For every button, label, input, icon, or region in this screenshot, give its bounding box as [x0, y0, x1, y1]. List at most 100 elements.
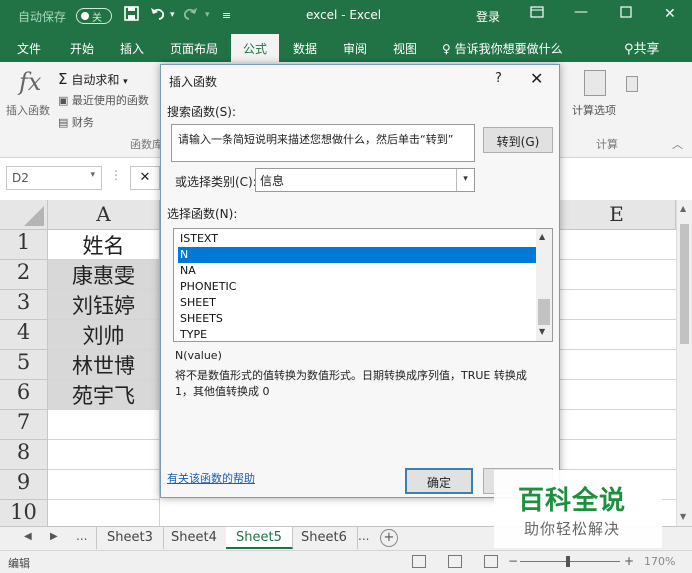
cancel-entry-button[interactable]: ✕: [130, 166, 160, 190]
category-select[interactable]: 信息 ▾: [255, 168, 475, 192]
tab-view[interactable]: 视图: [393, 40, 417, 57]
cell-a9[interactable]: [48, 470, 160, 500]
row-header[interactable]: 7: [0, 410, 48, 440]
tab-file[interactable]: 文件: [17, 40, 41, 57]
cell-a8[interactable]: [48, 440, 160, 470]
select-all-button[interactable]: [0, 200, 48, 230]
minimize-icon[interactable]: —: [574, 4, 588, 20]
sheet-tab-sheet3[interactable]: Sheet3: [96, 527, 164, 549]
list-item[interactable]: NA: [178, 263, 538, 279]
collapse-ribbon-icon[interactable]: ︿: [672, 136, 683, 152]
cell-e4[interactable]: [558, 320, 676, 350]
tab-insert[interactable]: 插入: [120, 40, 144, 57]
list-item-selected[interactable]: N: [178, 247, 538, 263]
zoom-slider[interactable]: [520, 561, 620, 562]
redo-dropdown-icon[interactable]: ▾: [205, 10, 210, 20]
cell-a2[interactable]: 康惠雯: [48, 260, 160, 290]
cell-a7[interactable]: [48, 410, 160, 440]
customize-qat-icon[interactable]: ≡: [222, 9, 231, 22]
row-header[interactable]: 2: [0, 260, 48, 290]
row-header[interactable]: 4: [0, 320, 48, 350]
list-scrollbar-thumb[interactable]: [538, 299, 550, 325]
cell-a1[interactable]: 姓名: [48, 230, 160, 260]
sheet-tab-sheet5[interactable]: Sheet5: [226, 527, 293, 549]
page-break-view-icon[interactable]: [484, 555, 498, 568]
zoom-out-button[interactable]: −: [508, 554, 518, 568]
row-header[interactable]: 6: [0, 380, 48, 410]
redo-icon[interactable]: [182, 6, 198, 25]
calc-options-label[interactable]: 计算选项: [572, 102, 616, 118]
scroll-up-icon[interactable]: ▲: [539, 232, 545, 241]
cell-a3[interactable]: 刘钰婷: [48, 290, 160, 320]
financial-button[interactable]: ▤ 财务: [58, 114, 94, 130]
help-icon[interactable]: ?: [495, 71, 502, 86]
add-sheet-button[interactable]: +: [380, 529, 398, 547]
go-button[interactable]: 转到(G): [483, 127, 553, 153]
share-button[interactable]: ⚲共享: [624, 38, 660, 57]
list-item[interactable]: ISTEXT: [178, 231, 538, 247]
tab-data[interactable]: 数据: [293, 40, 317, 57]
tab-formulas[interactable]: 公式: [231, 34, 280, 62]
close-window-icon[interactable]: ✕: [664, 6, 676, 22]
calculator-icon[interactable]: [584, 70, 606, 96]
tab-review[interactable]: 审阅: [343, 40, 367, 57]
cell-e6[interactable]: [558, 380, 676, 410]
function-help-link[interactable]: 有关该函数的帮助: [167, 470, 255, 486]
fx-icon[interactable]: fx: [19, 68, 41, 96]
undo-icon[interactable]: [150, 6, 166, 25]
calculate-now-icon[interactable]: [626, 76, 638, 92]
more-sheets-left[interactable]: ...: [76, 529, 87, 543]
zoom-in-button[interactable]: +: [624, 554, 634, 568]
vertical-scrollbar[interactable]: ▲ ▼: [676, 200, 692, 526]
cell-a5[interactable]: 林世博: [48, 350, 160, 380]
list-item[interactable]: SHEET: [178, 295, 538, 311]
list-scrollbar[interactable]: ▲ ▼: [536, 229, 552, 341]
insert-function-label[interactable]: 插入函数: [6, 102, 50, 118]
zoom-slider-knob[interactable]: [566, 556, 570, 567]
cell-a4[interactable]: 刘帅: [48, 320, 160, 350]
close-icon[interactable]: ✕: [530, 69, 543, 88]
list-item[interactable]: SHEETS: [178, 311, 538, 327]
tab-page-layout[interactable]: 页面布局: [170, 40, 218, 57]
search-function-input[interactable]: 请输入一条简短说明来描述您想做什么，然后单击“转到”: [171, 124, 475, 162]
sheet-tab-sheet6[interactable]: Sheet6: [291, 527, 358, 549]
save-icon[interactable]: [124, 6, 139, 25]
chevron-down-icon[interactable]: ▾: [456, 169, 474, 191]
function-list[interactable]: ISTEXT N NA PHONETIC SHEET SHEETS TYPE ▲…: [173, 228, 553, 342]
undo-dropdown-icon[interactable]: ▾: [170, 10, 175, 20]
list-item[interactable]: TYPE: [178, 327, 538, 341]
autosum-button[interactable]: Σ 自动求和 ▾: [58, 70, 128, 88]
prev-sheet-icon[interactable]: ◀: [24, 531, 32, 542]
more-sheets-right[interactable]: ...: [358, 529, 369, 543]
sheet-tab-sheet4[interactable]: Sheet4: [161, 527, 228, 549]
cell-e5[interactable]: [558, 350, 676, 380]
scroll-down-icon[interactable]: ▼: [680, 512, 686, 521]
column-header-a[interactable]: A: [48, 200, 160, 230]
scroll-down-icon[interactable]: ▼: [539, 327, 545, 336]
ribbon-display-icon[interactable]: [530, 6, 544, 22]
cell-e1[interactable]: [558, 230, 676, 260]
next-sheet-icon[interactable]: ▶: [50, 531, 58, 542]
row-header[interactable]: 9: [0, 470, 48, 500]
autosave-toggle[interactable]: 关: [76, 8, 112, 24]
cell-e3[interactable]: [558, 290, 676, 320]
zoom-level[interactable]: 170%: [644, 555, 675, 568]
row-header[interactable]: 8: [0, 440, 48, 470]
scroll-up-icon[interactable]: ▲: [680, 204, 686, 213]
name-box[interactable]: D2 ▾: [6, 166, 102, 190]
scrollbar-thumb[interactable]: [680, 224, 689, 344]
row-header[interactable]: 3: [0, 290, 48, 320]
cell-e7[interactable]: [558, 410, 676, 440]
column-header-e[interactable]: E: [558, 200, 676, 230]
recent-functions-button[interactable]: ▣ 最近使用的函数: [58, 92, 149, 108]
tell-me-search[interactable]: ♀ 告诉我你想要做什么: [442, 40, 563, 57]
cell-e8[interactable]: [558, 440, 676, 470]
tab-home[interactable]: 开始: [70, 40, 94, 57]
cell-e2[interactable]: [558, 260, 676, 290]
normal-view-icon[interactable]: [412, 555, 426, 568]
maximize-icon[interactable]: [620, 6, 632, 22]
page-layout-view-icon[interactable]: [448, 555, 462, 568]
ok-button[interactable]: 确定: [405, 468, 473, 494]
row-header[interactable]: 1: [0, 230, 48, 260]
list-item[interactable]: PHONETIC: [178, 279, 538, 295]
